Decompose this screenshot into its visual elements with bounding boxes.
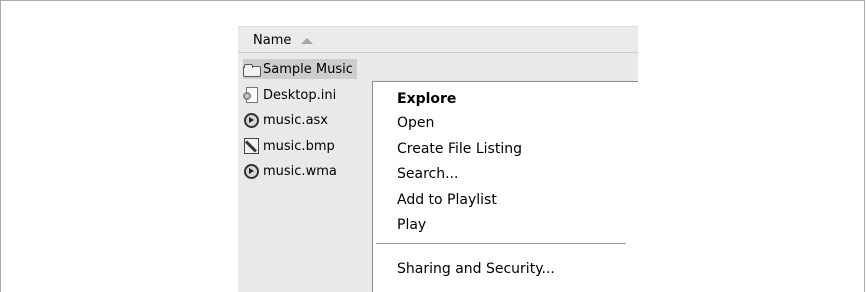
media-file-icon <box>243 163 261 179</box>
file-item-music-asx[interactable]: music.asx <box>243 110 328 130</box>
file-name: Desktop.ini <box>263 87 337 103</box>
file-name: music.bmp <box>263 138 335 154</box>
media-file-icon <box>243 112 261 128</box>
menu-item-search[interactable]: Search... <box>397 162 458 186</box>
sort-ascending-icon <box>301 37 314 44</box>
folder-icon <box>243 63 261 77</box>
context-menu: Explore Open Create File Listing Search.… <box>372 81 638 292</box>
file-item-desktop-ini[interactable]: Desktop.ini <box>243 85 336 105</box>
column-header-bar: Name <box>238 26 638 53</box>
menu-item-add-to-playlist[interactable]: Add to Playlist <box>397 188 497 212</box>
menu-item-explore[interactable]: Explore <box>397 87 456 111</box>
name-column-label: Name <box>253 33 292 48</box>
menu-item-create-file-listing[interactable]: Create File Listing <box>397 137 522 161</box>
bitmap-file-icon <box>243 138 261 154</box>
name-column-header[interactable]: Name <box>253 33 314 48</box>
menu-item-sharing-and-security[interactable]: Sharing and Security... <box>397 257 555 281</box>
file-name: music.wma <box>263 163 337 179</box>
file-name: music.asx <box>263 112 328 128</box>
file-item-music-wma[interactable]: music.wma <box>243 161 337 181</box>
file-name: Sample Music <box>263 61 353 77</box>
file-item-music-bmp[interactable]: music.bmp <box>243 136 335 156</box>
file-item-sample-music[interactable]: Sample Music <box>243 59 357 79</box>
menu-item-open[interactable]: Open <box>397 111 434 135</box>
menu-item-play[interactable]: Play <box>397 213 426 237</box>
settings-file-icon <box>243 87 261 103</box>
explorer-window: Name Sample Music Desktop.ini music.asx … <box>238 26 638 292</box>
menu-separator <box>376 243 626 244</box>
